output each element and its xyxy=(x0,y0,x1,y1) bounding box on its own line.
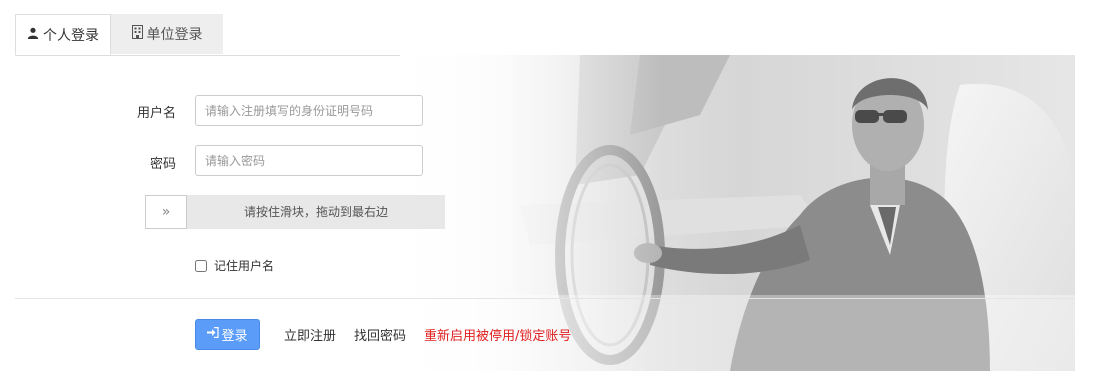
tab-personal-label: 个人登录 xyxy=(43,27,99,44)
remember-username-checkbox[interactable] xyxy=(195,259,207,272)
reactivate-account-link[interactable]: 重新启用被停用/锁定账号 xyxy=(424,325,571,344)
divider xyxy=(15,298,1075,299)
sign-in-icon xyxy=(207,327,220,342)
username-label: 用户名 xyxy=(136,106,176,121)
tab-organization-login[interactable]: 单位登录 xyxy=(111,14,223,54)
hero-background-image xyxy=(400,55,1075,371)
double-chevron-right-icon: » xyxy=(161,204,171,220)
slider-hint: 请按住滑块，拖动到最右边 xyxy=(243,205,388,219)
remember-username[interactable]: 记住用户名 xyxy=(195,257,274,274)
login-panel: 个人登录 单位登录 用户名 请输入注册填写的身份证明号码 密码 » 请按住滑块，… xyxy=(0,0,1099,376)
username-input[interactable] xyxy=(195,95,423,126)
tab-organization-label: 单位登录 xyxy=(146,27,203,43)
slider-handle[interactable]: » xyxy=(145,195,187,229)
remember-username-label: 记住用户名 xyxy=(214,259,275,273)
password-label: 密码 xyxy=(149,157,176,172)
login-tabs: 个人登录 单位登录 xyxy=(15,14,1075,56)
building-icon xyxy=(131,25,143,43)
user-icon xyxy=(27,27,39,43)
register-link[interactable]: 立即注册 xyxy=(284,325,336,344)
login-button[interactable]: 登录 xyxy=(195,319,260,350)
password-input[interactable] xyxy=(195,145,423,176)
slider-captcha: » 请按住滑块，拖动到最右边 xyxy=(145,195,445,229)
login-button-label: 登录 xyxy=(221,329,248,344)
tab-personal-login[interactable]: 个人登录 xyxy=(15,14,111,55)
recover-password-link[interactable]: 找回密码 xyxy=(354,325,406,344)
